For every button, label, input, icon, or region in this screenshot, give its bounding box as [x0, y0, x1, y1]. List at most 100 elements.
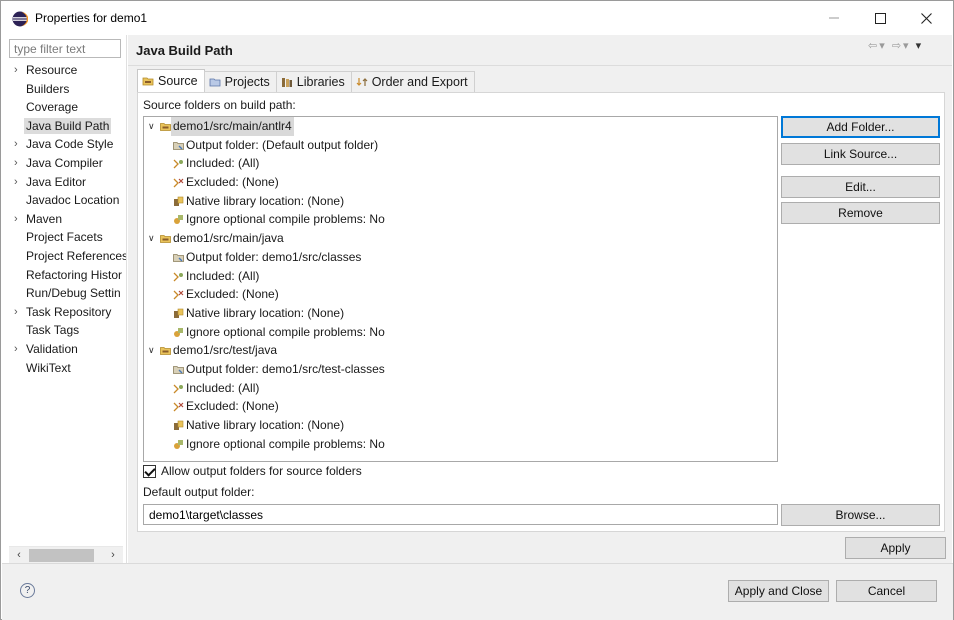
tree-child-row[interactable]: Native library location: (None) — [144, 192, 777, 211]
nav-item-project-facets[interactable]: Project Facets — [2, 228, 126, 247]
window-title: Properties for demo1 — [35, 11, 148, 25]
allow-output-folders-row[interactable]: Allow output folders for source folders — [143, 464, 362, 478]
maximize-button[interactable] — [857, 1, 903, 35]
tree-child-row[interactable]: Excluded: (None) — [144, 397, 777, 416]
source-folder-row[interactable]: ∨ demo1/src/main/java — [144, 229, 777, 248]
chevron-right-icon[interactable]: › — [14, 173, 18, 192]
history-navigation: ⇦▾ ⇨▾ ▾ — [868, 39, 923, 52]
tree-child-row[interactable]: Excluded: (None) — [144, 285, 777, 304]
allow-output-folders-label: Allow output folders for source folders — [161, 464, 362, 478]
tree-child-row[interactable]: Ignore optional compile problems: No — [144, 435, 777, 454]
property-pages-pane: ›Resource Builders Coverage Java Build P… — [2, 35, 127, 563]
back-menu-chevron-icon[interactable]: ▾ — [879, 40, 887, 52]
maximize-icon — [874, 12, 886, 24]
scroll-right-icon[interactable]: › — [105, 548, 121, 563]
link-source-button[interactable]: Link Source... — [781, 143, 940, 165]
forward-menu-chevron-icon[interactable]: ▾ — [903, 40, 911, 52]
apply-and-close-button[interactable]: Apply and Close — [728, 580, 829, 602]
tree-child-row[interactable]: Output folder: demo1/src/test-classes — [144, 360, 777, 379]
nav-item-task-tags[interactable]: Task Tags — [2, 321, 126, 340]
chevron-right-icon[interactable]: › — [14, 61, 18, 80]
nav-item-task-repository[interactable]: › Task Repository — [2, 303, 126, 322]
minimize-button[interactable] — [811, 1, 857, 35]
source-folder-row[interactable]: ∨ demo1/src/test/java — [144, 341, 777, 360]
add-folder-button[interactable]: Add Folder... — [781, 116, 940, 138]
tree-child-row[interactable]: Included: (All) — [144, 379, 777, 398]
edit-button[interactable]: Edit... — [781, 176, 940, 198]
nav-item-builders[interactable]: Builders — [2, 80, 126, 99]
chevron-right-icon[interactable]: › — [14, 340, 18, 359]
build-path-tabs: Source Projects Libraries Order and Expo… — [137, 69, 475, 92]
nav-item-refactoring-history[interactable]: Refactoring Histor — [2, 266, 126, 285]
view-menu-chevron-icon[interactable]: ▾ — [916, 40, 924, 52]
tree-child-row[interactable]: Output folder: demo1/src/classes — [144, 248, 777, 267]
nav-item-java-compiler[interactable]: › Java Compiler — [2, 154, 126, 173]
title-bar: Properties for demo1 — [1, 1, 953, 35]
remove-button[interactable]: Remove — [781, 202, 940, 224]
nav-item-project-references[interactable]: Project References — [2, 247, 126, 266]
expanded-chevron-icon[interactable]: ∨ — [148, 229, 155, 248]
page-title: Java Build Path — [136, 43, 233, 58]
source-folder-row[interactable]: ∨ demo1/src/main/antlr4 — [144, 117, 777, 136]
nav-item-java-editor[interactable]: › Java Editor — [2, 173, 126, 192]
nav-item-java-build-path[interactable]: Java Build Path — [2, 117, 126, 136]
native-library-icon — [174, 196, 184, 206]
tree-child-row[interactable]: Included: (All) — [144, 267, 777, 286]
native-library-icon — [174, 420, 184, 430]
forward-arrow-icon[interactable]: ⇨ — [892, 40, 903, 52]
cancel-button[interactable]: Cancel — [836, 580, 937, 602]
expanded-chevron-icon[interactable]: ∨ — [148, 341, 155, 360]
scroll-left-icon[interactable]: ‹ — [11, 548, 27, 563]
tab-order-and-export[interactable]: Order and Export — [350, 71, 475, 92]
filter-input[interactable] — [9, 39, 121, 58]
nav-item-wikitext[interactable]: WikiText — [2, 359, 126, 378]
source-folder-icon — [160, 123, 171, 131]
nav-item-javadoc-location[interactable]: Javadoc Location — [2, 191, 126, 210]
ignore-problems-icon — [174, 327, 183, 337]
horizontal-scrollbar[interactable]: ‹ › — [9, 546, 123, 563]
close-button[interactable] — [903, 1, 949, 35]
tree-child-row[interactable]: Excluded: (None) — [144, 173, 777, 192]
included-icon — [173, 272, 183, 281]
excluded-icon — [173, 290, 184, 300]
back-arrow-icon[interactable]: ⇦ — [868, 40, 879, 52]
property-page-content: Java Build Path ⇦▾ ⇨▾ ▾ Source Projects … — [128, 35, 952, 563]
tree-child-row[interactable]: Ignore optional compile problems: No — [144, 323, 777, 342]
properties-dialog: Properties for demo1 ›Resource Builders … — [0, 0, 954, 620]
help-icon[interactable]: ? — [20, 583, 35, 598]
chevron-right-icon[interactable]: › — [14, 210, 18, 229]
nav-item-maven[interactable]: › Maven — [2, 210, 126, 229]
tab-projects[interactable]: Projects — [203, 71, 277, 92]
apply-button[interactable]: Apply — [845, 537, 946, 559]
minimize-icon — [829, 17, 839, 19]
nav-item-coverage[interactable]: Coverage — [2, 98, 126, 117]
chevron-right-icon[interactable]: › — [14, 154, 18, 173]
scrollbar-thumb[interactable] — [29, 549, 94, 562]
excluded-icon — [173, 178, 184, 188]
tree-child-row[interactable]: Included: (All) — [144, 154, 777, 173]
allow-output-folders-checkbox[interactable] — [143, 464, 156, 478]
nav-item-run-debug-settings[interactable]: Run/Debug Settin — [2, 284, 126, 303]
nav-item-validation[interactable]: › Validation — [2, 340, 126, 359]
source-folder-icon — [160, 347, 171, 356]
tab-libraries[interactable]: Libraries — [275, 71, 352, 92]
browse-button[interactable]: Browse... — [781, 504, 940, 526]
eclipse-icon — [12, 11, 28, 27]
default-output-folder-input[interactable] — [143, 504, 778, 525]
tree-child-row[interactable]: Native library location: (None) — [144, 416, 777, 435]
tree-child-row[interactable]: Native library location: (None) — [144, 304, 777, 323]
chevron-right-icon[interactable]: › — [14, 303, 18, 322]
source-folders-label: Source folders on build path: — [143, 98, 296, 112]
tab-source[interactable]: Source — [137, 69, 205, 92]
included-icon — [173, 384, 183, 394]
nav-item-java-code-style[interactable]: › Java Code Style — [2, 135, 126, 154]
excluded-icon — [173, 402, 184, 412]
tree-child-row[interactable]: Output folder: (Default output folder) — [144, 136, 777, 155]
chevron-right-icon[interactable]: › — [14, 135, 18, 154]
tree-child-row[interactable]: Ignore optional compile problems: No — [144, 210, 777, 229]
close-icon — [920, 12, 932, 24]
nav-item-resource[interactable]: › Resource — [2, 61, 126, 80]
projects-icon — [209, 78, 221, 87]
expanded-chevron-icon[interactable]: ∨ — [148, 117, 155, 136]
source-folders-tree[interactable]: ∨ demo1/src/main/antlr4 Output folder: (… — [143, 116, 778, 462]
